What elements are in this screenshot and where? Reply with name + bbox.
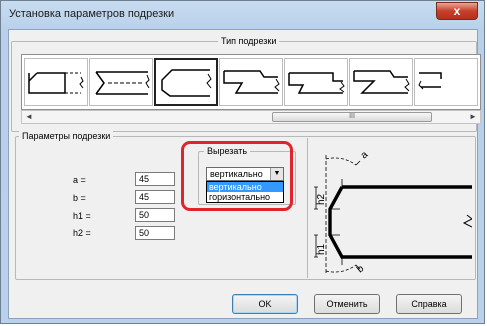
- param-label-a: a =: [73, 175, 86, 185]
- param-label-b: b =: [73, 193, 86, 203]
- param-label-h1: h1 =: [73, 211, 91, 221]
- param-input-b[interactable]: 45: [135, 190, 175, 204]
- cut-type-option-1[interactable]: [24, 58, 88, 106]
- title-bar[interactable]: Установка параметров подрезки x: [1, 1, 484, 27]
- diagram-label-h1: h1: [316, 243, 327, 255]
- close-icon: x: [453, 4, 461, 18]
- scroll-thumb[interactable]: III: [272, 112, 432, 122]
- divider: [307, 138, 308, 278]
- cut-type-6-icon: [353, 70, 410, 94]
- close-button[interactable]: x: [436, 2, 478, 20]
- scroll-left-icon[interactable]: ◄: [22, 111, 36, 123]
- dialog-window: Установка параметров подрезки x Тип подр…: [0, 0, 485, 324]
- cut-type-3-icon: [161, 69, 212, 97]
- cut-type-list: [21, 54, 481, 110]
- cut-diagram: a b h2 h1: [314, 149, 472, 275]
- cut-type-legend: Тип подрезки: [218, 36, 280, 47]
- cut-type-1-icon: [28, 72, 84, 94]
- cut-type-option-6[interactable]: [349, 58, 413, 106]
- param-input-h1[interactable]: 50: [135, 208, 175, 222]
- diagram-label-b: b: [355, 263, 367, 275]
- cut-type-4-icon: [223, 70, 280, 94]
- param-input-h2[interactable]: 50: [135, 226, 175, 240]
- window-title: Установка параметров подрезки: [9, 8, 175, 20]
- param-input-a[interactable]: 45: [135, 172, 175, 186]
- scroll-grip: III: [349, 113, 355, 120]
- diagram-label-h2: h2: [316, 193, 327, 205]
- cut-type-option-7[interactable]: [414, 58, 478, 106]
- diagram-label-a: a: [359, 149, 371, 161]
- scroll-right-icon[interactable]: ►: [466, 111, 480, 123]
- highlight-annotation: [181, 141, 293, 211]
- cut-type-option-4[interactable]: [219, 58, 283, 106]
- help-button[interactable]: Справка: [396, 294, 462, 314]
- cut-type-7-icon: [418, 72, 442, 90]
- cut-type-option-2[interactable]: [89, 58, 153, 106]
- cut-type-scrollbar[interactable]: ◄ III ►: [21, 110, 481, 124]
- cut-type-group: Тип подрезки ◄ III ►: [11, 36, 481, 132]
- cut-type-2-icon: [95, 71, 150, 95]
- ok-button[interactable]: OK: [232, 294, 298, 314]
- cancel-button[interactable]: Отменить: [314, 294, 380, 314]
- cut-type-option-5[interactable]: [284, 58, 348, 106]
- param-label-h2: h2 =: [73, 228, 91, 238]
- params-legend: Параметры подрезки: [19, 131, 114, 142]
- cut-type-option-3[interactable]: [154, 58, 218, 106]
- cut-type-5-icon: [288, 72, 345, 94]
